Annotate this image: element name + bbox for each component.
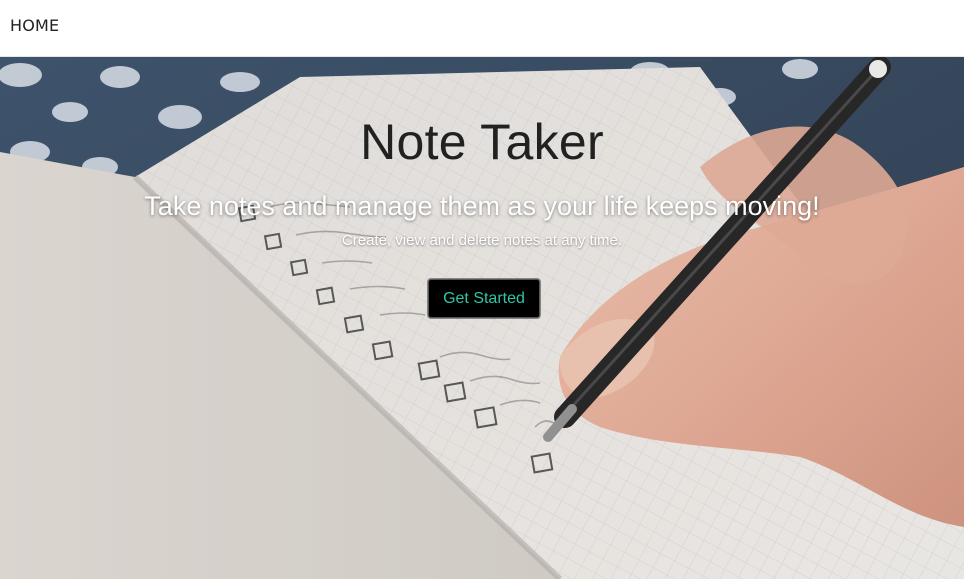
page-title: Note Taker: [360, 114, 604, 170]
home-link[interactable]: HOME: [10, 16, 59, 35]
hero-subtitle: Take notes and manage them as your life …: [144, 191, 820, 221]
hero-section: Note Taker Take notes and manage them as…: [0, 57, 964, 579]
get-started-button[interactable]: Get Started: [428, 279, 540, 318]
hero-content: Note Taker Take notes and manage them as…: [0, 57, 964, 579]
top-navbar: HOME: [0, 0, 964, 57]
hero-description: Create, view and delete notes at any tim…: [341, 232, 623, 249]
